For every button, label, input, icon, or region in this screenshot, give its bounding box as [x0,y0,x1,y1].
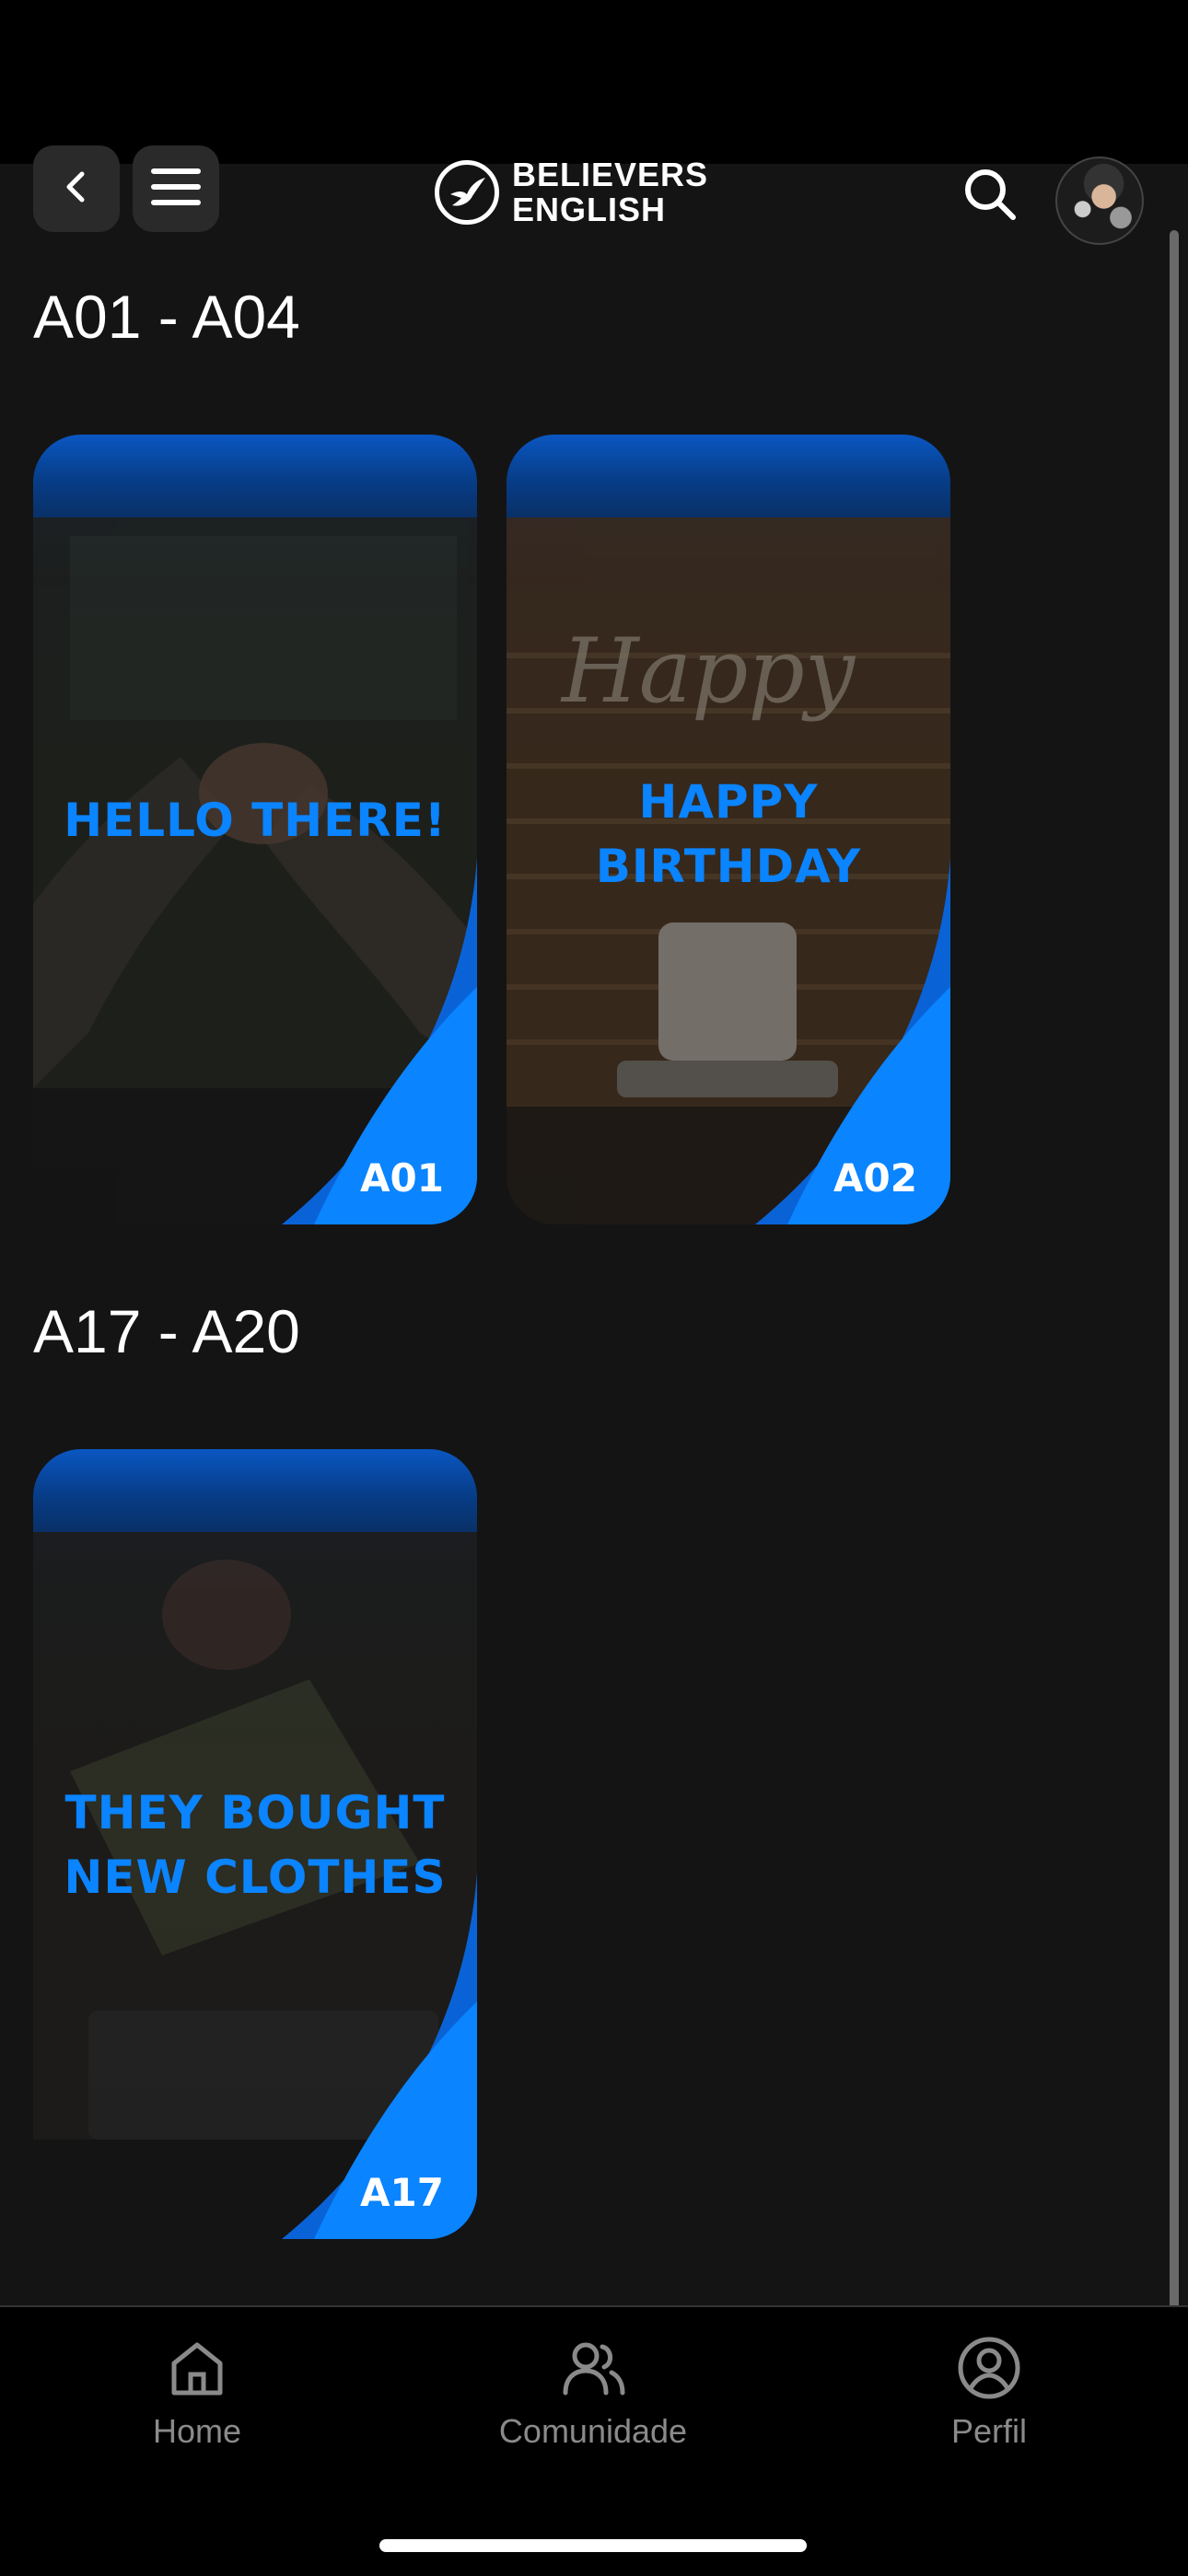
section-title-a01-a04: A01 - A04 [33,283,300,351]
logo-line-1: BELIEVERS [512,156,709,193]
card-code: A02 [833,1155,917,1201]
caption-line: HELLO THERE! [64,794,447,847]
card-caption: HELLO THERE! [33,788,477,853]
home-icon [164,2335,230,2401]
lesson-card-a01[interactable]: HELLO THERE! A01 [33,435,477,1224]
search-button[interactable] [958,164,1022,228]
caption-line: NEW CLOTHES [64,1851,447,1904]
lesson-card-a02[interactable]: Happy HAPPY BIRTHDAY A02 [507,435,950,1224]
card-caption: THEY BOUGHT NEW CLOTHES [33,1781,477,1909]
top-header: BELIEVERS ENGLISH [0,145,1188,245]
user-avatar[interactable] [1055,157,1144,245]
logo-wordmark: BELIEVERS ENGLISH [512,157,708,227]
caption-line: BIRTHDAY [595,840,862,893]
tab-community[interactable]: Comunidade [455,2335,731,2451]
chevron-left-icon [58,168,95,209]
community-icon [560,2335,626,2401]
app-screen: BELIEVERS ENGLISH A01 - A04 HELLO THERE! [0,145,1188,2574]
logo-line-2: ENGLISH [512,191,667,228]
lesson-card-a17[interactable]: THEY BOUGHT NEW CLOTHES A17 [33,1449,477,2239]
home-indicator[interactable] [379,2539,807,2552]
caption-line: HAPPY [638,775,819,829]
believers-english-logo[interactable]: BELIEVERS ENGLISH [435,151,708,234]
card-caption: HAPPY BIRTHDAY [507,770,950,899]
hamburger-menu-icon [150,166,202,212]
tab-label: Perfil [950,2412,1028,2450]
caption-line: THEY BOUGHT [64,1786,446,1839]
status-bar [0,0,1188,164]
profile-icon [956,2335,1022,2401]
tab-home[interactable]: Home [59,2335,335,2451]
vertical-scrollbar[interactable] [1170,230,1179,2467]
card-code: A17 [360,2170,444,2215]
menu-button[interactable] [133,145,219,232]
tab-profile[interactable]: Perfil [851,2335,1127,2451]
search-icon [961,166,1019,226]
tab-label: Home [152,2412,242,2450]
card-code: A01 [360,1155,444,1201]
bottom-tab-bar: Home Comunidade Perfil [0,2305,1188,2576]
section-title-a17-a20: A17 - A20 [33,1297,300,1365]
back-button[interactable] [33,145,120,232]
dove-logo-icon [435,160,499,225]
tab-label: Comunidade [498,2412,688,2450]
